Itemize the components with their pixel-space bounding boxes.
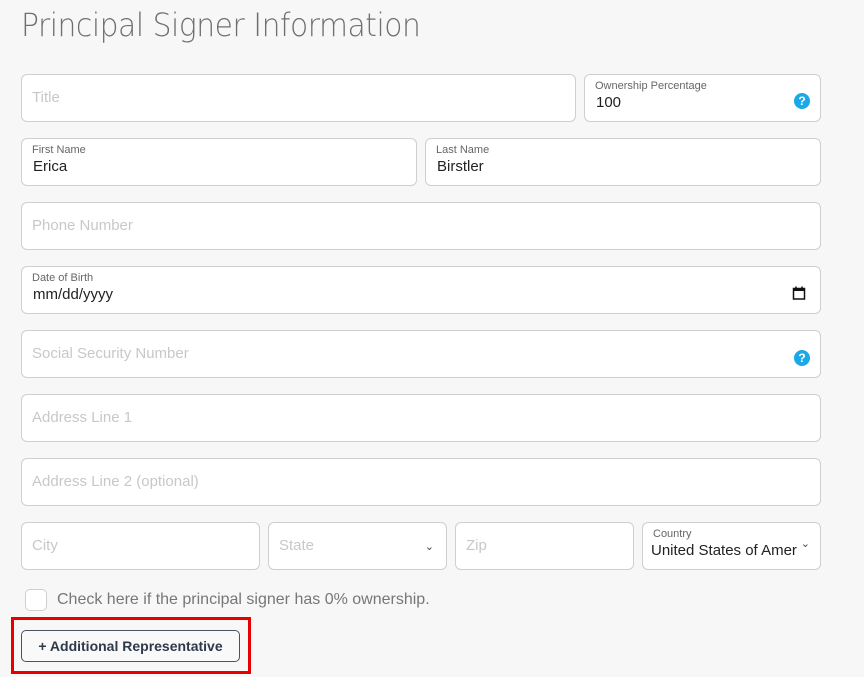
country-label: Country bbox=[653, 528, 692, 540]
title-placeholder: Title bbox=[32, 89, 60, 106]
zip-input[interactable]: Zip bbox=[455, 522, 634, 570]
ownership-percentage-value: 100 bbox=[596, 94, 622, 111]
ownership-percentage-label: Ownership Percentage bbox=[595, 80, 707, 92]
first-name-label: First Name bbox=[32, 144, 86, 156]
ssn-placeholder: Social Security Number bbox=[32, 345, 189, 362]
title-input[interactable]: Title bbox=[21, 74, 576, 122]
help-icon[interactable]: ? bbox=[794, 93, 810, 109]
city-placeholder: City bbox=[32, 537, 58, 554]
zip-placeholder: Zip bbox=[466, 537, 487, 554]
zero-ownership-label[interactable]: Check here if the principal signer has 0… bbox=[57, 591, 430, 609]
chevron-down-icon: ⌄ bbox=[424, 541, 434, 553]
zero-ownership-checkbox[interactable] bbox=[25, 589, 47, 611]
country-value: United States of Amer bbox=[651, 542, 797, 559]
page-title: Principal Signer Information bbox=[21, 6, 421, 44]
first-name-value: Erica bbox=[33, 158, 68, 175]
calendar-icon[interactable] bbox=[792, 286, 806, 300]
state-select[interactable]: State ⌄ bbox=[268, 522, 447, 570]
first-name-input[interactable]: First Name Erica bbox=[21, 138, 417, 186]
address-line-2-placeholder: Address Line 2 (optional) bbox=[32, 473, 199, 490]
address-line-1-placeholder: Address Line 1 bbox=[32, 409, 133, 426]
address-line-1-input[interactable]: Address Line 1 bbox=[21, 394, 821, 442]
date-of-birth-label: Date of Birth bbox=[32, 272, 94, 284]
phone-number-placeholder: Phone Number bbox=[32, 217, 133, 234]
ownership-percentage-input[interactable]: Ownership Percentage 100 ? bbox=[584, 74, 821, 122]
help-icon[interactable]: ? bbox=[794, 350, 810, 366]
city-input[interactable]: City bbox=[21, 522, 260, 570]
add-representative-button[interactable]: + Additional Representative bbox=[21, 630, 240, 662]
state-placeholder: State bbox=[279, 537, 315, 554]
address-line-2-input[interactable]: Address Line 2 (optional) bbox=[21, 458, 821, 506]
phone-number-input[interactable]: Phone Number bbox=[21, 202, 821, 250]
country-select[interactable]: Country United States of Amer ⌄ bbox=[642, 522, 821, 570]
date-of-birth-input[interactable]: Date of Birth mm/dd/yyyy bbox=[21, 266, 821, 314]
last-name-input[interactable]: Last Name Birstler bbox=[425, 138, 821, 186]
date-of-birth-value: mm/dd/yyyy bbox=[33, 286, 114, 303]
chevron-down-icon: ⌄ bbox=[800, 538, 810, 550]
last-name-label: Last Name bbox=[436, 144, 490, 156]
ssn-input[interactable]: Social Security Number ? bbox=[21, 330, 821, 378]
last-name-value: Birstler bbox=[437, 158, 484, 175]
